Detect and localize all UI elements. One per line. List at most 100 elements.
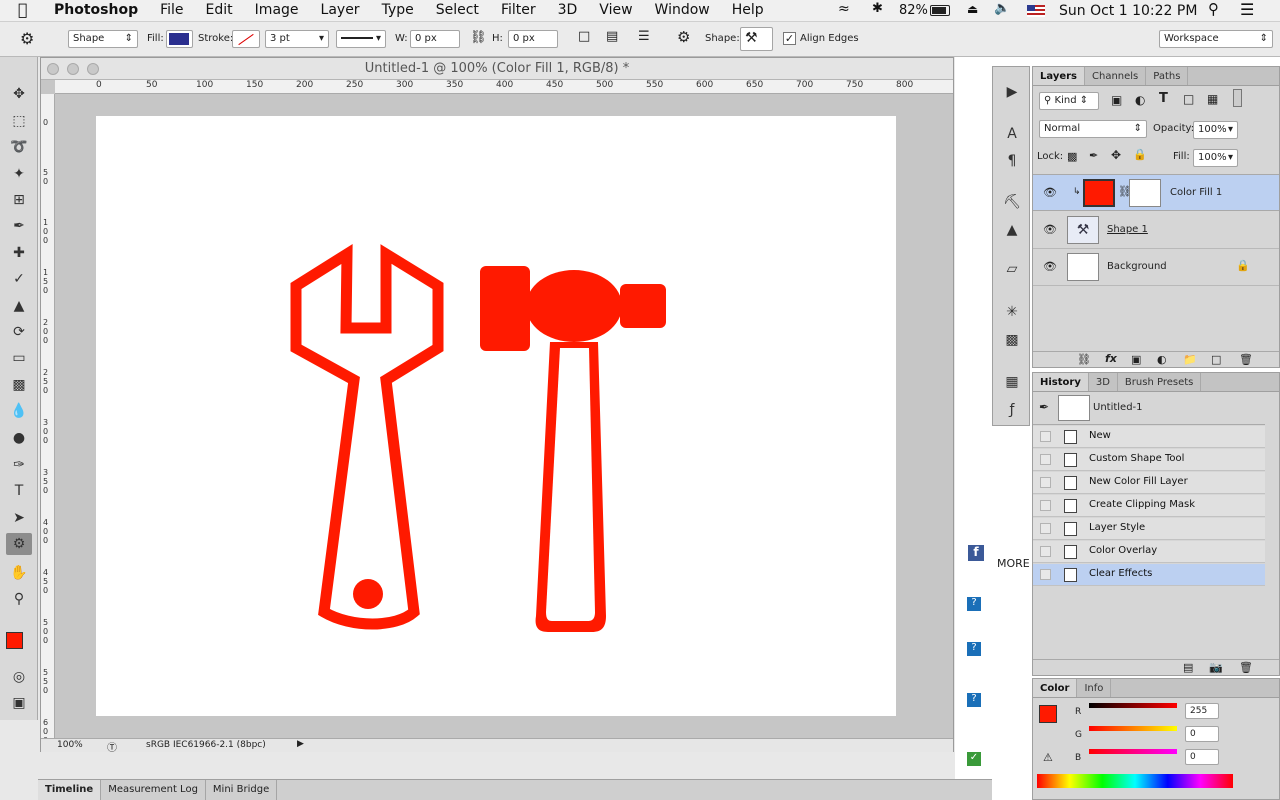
layer-name[interactable]: Color Fill 1: [1170, 187, 1222, 198]
crop-tool-icon[interactable]: ⊞: [6, 189, 32, 211]
green-field[interactable]: 0: [1185, 726, 1219, 742]
shape-thumbnail[interactable]: ⚒: [1067, 216, 1099, 244]
workspace-select[interactable]: Workspace ⇕: [1159, 30, 1273, 48]
stroke-type-select[interactable]: ▾: [336, 30, 386, 48]
layer-row-color-fill[interactable]: 👁 ↳ ⛓ Color Fill 1: [1033, 174, 1279, 211]
bluetooth-icon[interactable]: ✱: [872, 1, 883, 16]
filter-pixel-icon[interactable]: ▣: [1111, 93, 1122, 107]
link-dimensions-icon[interactable]: ⛓: [470, 30, 487, 45]
tab-color[interactable]: Color: [1033, 679, 1078, 697]
healing-brush-tool-icon[interactable]: ✚: [6, 242, 32, 264]
status-menu-arrow-icon[interactable]: ▶: [297, 739, 304, 749]
histogram-icon[interactable]: ▩: [1001, 329, 1023, 351]
eject-icon[interactable]: ⏏: [967, 2, 978, 16]
menu-file[interactable]: File: [160, 2, 183, 18]
history-item[interactable]: New: [1033, 426, 1265, 448]
filter-toggle[interactable]: [1233, 89, 1242, 107]
flag-icon[interactable]: [1027, 5, 1045, 17]
marquee-tool-icon[interactable]: ⬚: [6, 110, 32, 132]
history-item[interactable]: Custom Shape Tool: [1033, 449, 1265, 471]
width-field[interactable]: 0 px: [410, 30, 460, 48]
filter-smart-object-icon[interactable]: ▦: [1207, 92, 1218, 106]
lock-transparent-icon[interactable]: ▩: [1067, 150, 1077, 163]
hand-tool-icon[interactable]: ✋: [6, 562, 32, 584]
character-panel-icon[interactable]: A: [1001, 123, 1023, 145]
adjustments-grid-icon[interactable]: ▦: [1001, 371, 1023, 393]
close-button[interactable]: [47, 63, 59, 75]
layer-filter-kind[interactable]: ⚲ Kind ⇕: [1039, 92, 1099, 110]
layer-name[interactable]: Shape 1: [1107, 224, 1148, 235]
lasso-tool-icon[interactable]: ➰: [6, 136, 32, 158]
horizontal-ruler[interactable]: 0 50 100 150 200 250 300 350 400 450 500…: [55, 80, 953, 94]
lock-position-icon[interactable]: ✥: [1111, 148, 1121, 162]
shape-picker[interactable]: ⚒: [740, 27, 773, 51]
background-thumbnail[interactable]: [1067, 253, 1099, 281]
battery-icon[interactable]: [930, 5, 950, 16]
paragraph-panel-icon[interactable]: ¶: [1001, 150, 1023, 172]
blue-slider[interactable]: [1089, 749, 1177, 754]
tab-channels[interactable]: Channels: [1085, 67, 1147, 85]
settings-gear-icon[interactable]: ⚙: [677, 28, 690, 46]
blend-mode-select[interactable]: Normal ⇕: [1039, 120, 1147, 138]
tab-history[interactable]: History: [1033, 373, 1089, 391]
minimize-button[interactable]: [67, 63, 79, 75]
menu-window[interactable]: Window: [655, 2, 710, 18]
blue-field[interactable]: 0: [1185, 749, 1219, 765]
apple-icon[interactable]: : [18, 0, 28, 19]
eyedropper-tool-icon[interactable]: ✒: [6, 215, 32, 237]
tab-brush-presets[interactable]: Brush Presets: [1118, 373, 1202, 391]
menu-3d[interactable]: 3D: [558, 2, 578, 18]
foreground-color-swatch[interactable]: [6, 632, 23, 649]
vertical-ruler[interactable]: 0 50 100 150 200 250 300 350 400 450 500…: [41, 94, 55, 745]
height-field[interactable]: 0 px: [508, 30, 558, 48]
opacity-field[interactable]: 100% ▾: [1193, 121, 1238, 139]
custom-shape-tool-icon[interactable]: ⚙: [6, 533, 32, 555]
layer-name[interactable]: Background: [1107, 261, 1167, 272]
path-selection-tool-icon[interactable]: ➤: [6, 507, 32, 529]
new-group-icon[interactable]: 📁: [1183, 353, 1197, 366]
brush-panel-icon[interactable]: ⛏: [1001, 191, 1023, 213]
tab-timeline[interactable]: Timeline: [38, 780, 102, 800]
3d-panel-icon[interactable]: ▱: [1001, 258, 1023, 280]
tool-mode-select[interactable]: Shape ⇕: [68, 30, 138, 48]
tab-3d[interactable]: 3D: [1089, 373, 1118, 391]
fill-swatch[interactable]: [166, 30, 193, 48]
path-operations-icon[interactable]: □: [578, 29, 590, 44]
filter-type-icon[interactable]: T: [1159, 91, 1168, 106]
spotlight-icon[interactable]: ⚲: [1208, 0, 1219, 18]
layer-mask-thumbnail[interactable]: [1129, 179, 1161, 207]
screen-mode-icon[interactable]: ▣: [6, 692, 32, 714]
color-spectrum-ramp[interactable]: [1037, 774, 1233, 788]
menu-view[interactable]: View: [599, 2, 632, 18]
stroke-width-field[interactable]: 3 pt ▾: [265, 30, 329, 48]
clock[interactable]: Sun Oct 1 10:22 PM: [1059, 3, 1197, 19]
filter-shape-icon[interactable]: □: [1183, 92, 1194, 106]
green-slider[interactable]: [1089, 726, 1177, 731]
layer-row-background[interactable]: 👁 Background 🔒: [1033, 249, 1279, 286]
menu-type[interactable]: Type: [382, 2, 414, 18]
filter-adjustment-icon[interactable]: ◐: [1135, 93, 1145, 107]
tab-info[interactable]: Info: [1077, 679, 1112, 697]
history-item[interactable]: New Color Fill Layer: [1033, 472, 1265, 494]
add-mask-icon[interactable]: ▣: [1131, 353, 1141, 366]
tab-mini-bridge[interactable]: Mini Bridge: [206, 780, 278, 800]
path-alignment-icon[interactable]: ▤: [606, 29, 618, 44]
clone-source-icon[interactable]: ▲: [1001, 219, 1023, 241]
visibility-eye-icon[interactable]: 👁: [1043, 186, 1057, 199]
type-tool-icon[interactable]: T: [6, 480, 32, 502]
history-item-current[interactable]: Clear Effects: [1033, 564, 1265, 586]
facebook-icon[interactable]: f: [968, 545, 984, 561]
new-document-from-state-icon[interactable]: ▤: [1183, 661, 1193, 674]
stroke-swatch[interactable]: [232, 30, 260, 48]
tab-measurement-log[interactable]: Measurement Log: [101, 780, 206, 800]
menu-edit[interactable]: Edit: [206, 2, 233, 18]
zoom-tool-icon[interactable]: ⚲: [6, 588, 32, 610]
document-canvas[interactable]: [96, 116, 896, 716]
new-layer-icon[interactable]: □: [1211, 353, 1221, 366]
navigator-icon[interactable]: ✳: [1001, 301, 1023, 323]
history-item[interactable]: Layer Style: [1033, 518, 1265, 540]
pen-tool-icon[interactable]: ✑: [6, 454, 32, 476]
history-item[interactable]: Create Clipping Mask: [1033, 495, 1265, 517]
custom-shape-tool-icon[interactable]: ⚙: [20, 29, 34, 48]
eraser-tool-icon[interactable]: ▭: [6, 347, 32, 369]
